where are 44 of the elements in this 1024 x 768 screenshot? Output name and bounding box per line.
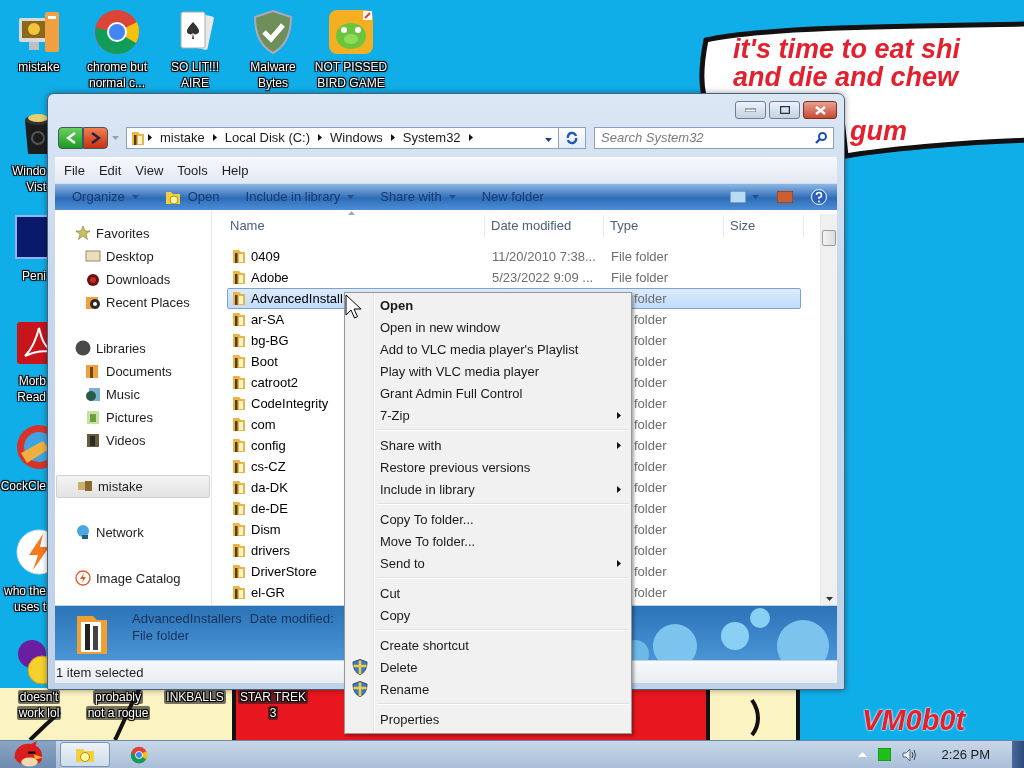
- type-cell: folder: [634, 374, 667, 390]
- type-cell: folder: [634, 458, 667, 474]
- type-cell: folder: [634, 542, 667, 558]
- detail-label: Date modified:: [249, 611, 334, 627]
- file-name: CodeIntegrity: [251, 395, 329, 411]
- file-name: Boot: [251, 353, 278, 369]
- file-name: ar-SA: [251, 311, 285, 327]
- file-name: bg-BG: [251, 332, 289, 348]
- type-cell: File folder: [611, 248, 669, 264]
- file-name: de-DE: [251, 500, 288, 516]
- type-cell: folder: [634, 290, 667, 306]
- speech-text: it's time to eat shi: [733, 34, 960, 64]
- type-cell: folder: [634, 395, 667, 411]
- type-cell: folder: [634, 311, 667, 327]
- type-cell: folder: [634, 437, 667, 453]
- detail-type: File folder: [132, 628, 191, 644]
- file-name: da-DK: [251, 479, 288, 495]
- file-name: 0409: [251, 248, 280, 264]
- file-name: el-GR: [251, 584, 285, 600]
- file-name: Dism: [251, 521, 281, 537]
- date-cell: 11/20/2010 7:38...: [492, 248, 596, 264]
- speech-text: gum: [850, 116, 907, 146]
- file-name: cs-CZ: [251, 458, 286, 474]
- file-name: config: [251, 437, 286, 453]
- detail-name: AdvancedInstallers: [132, 611, 242, 627]
- file-name: com: [251, 416, 276, 432]
- type-cell: folder: [634, 584, 667, 600]
- type-cell: File folder: [611, 269, 669, 285]
- type-cell: folder: [634, 563, 667, 579]
- type-cell: folder: [634, 353, 667, 369]
- file-name: drivers: [251, 542, 290, 558]
- type-cell: folder: [634, 332, 667, 348]
- file-name: AdvancedInstall: [251, 290, 343, 306]
- status-text: 1 item selected: [56, 664, 144, 680]
- date-cell: 5/23/2022 9:09 ...: [492, 269, 594, 285]
- speech-text: and die and chew: [733, 62, 959, 92]
- file-name: Adobe: [251, 269, 289, 285]
- signature-text: VM0b0t: [862, 703, 966, 737]
- type-cell: folder: [634, 416, 667, 432]
- type-cell: folder: [634, 521, 667, 537]
- file-name: DriverStore: [251, 563, 317, 579]
- file-name: catroot2: [251, 374, 298, 390]
- type-cell: folder: [634, 500, 667, 516]
- type-cell: folder: [634, 479, 667, 495]
